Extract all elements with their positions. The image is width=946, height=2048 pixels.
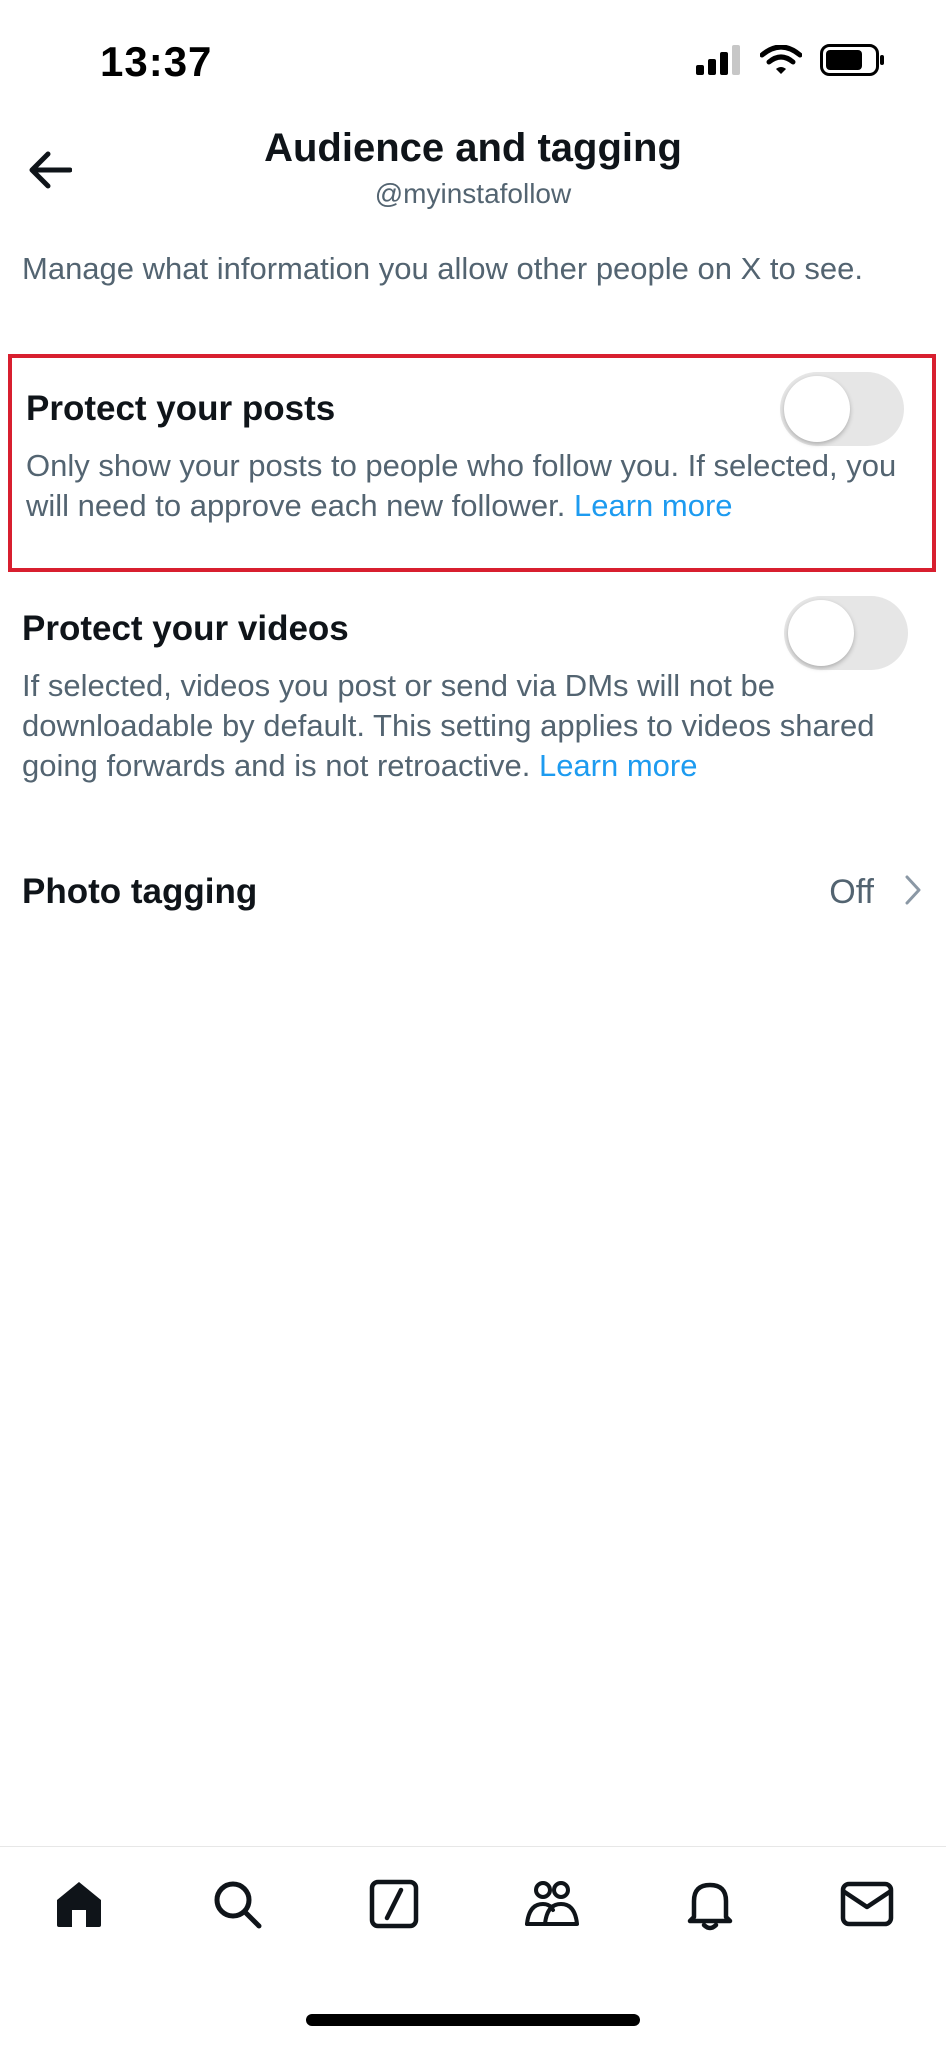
nav-notifications[interactable]	[631, 1847, 789, 1967]
battery-icon	[820, 44, 886, 81]
screen: 13:37 Audience and tagging @myinstafollo…	[0, 0, 946, 2048]
home-indicator[interactable]	[306, 2014, 640, 2026]
grok-icon	[368, 1878, 420, 1935]
home-icon	[53, 1878, 105, 1935]
nav-grok[interactable]	[315, 1847, 473, 1967]
header: Audience and tagging @myinstafollow	[0, 110, 946, 220]
notifications-icon	[684, 1877, 736, 1936]
protect-videos-setting: Protect your videos If selected, videos …	[8, 596, 936, 806]
photo-tagging-row[interactable]: Photo tagging Off	[22, 862, 922, 922]
protect-videos-description-text: If selected, videos you post or send via…	[22, 668, 875, 783]
protect-posts-description-text: Only show your posts to people who follo…	[26, 448, 897, 523]
protect-videos-learn-more-link[interactable]: Learn more	[539, 748, 698, 783]
protect-posts-learn-more-link[interactable]: Learn more	[574, 488, 733, 523]
status-bar: 13:37	[0, 0, 946, 110]
photo-tagging-value: Off	[829, 872, 874, 911]
nav-communities[interactable]	[473, 1847, 631, 1967]
toggle-knob	[788, 600, 854, 666]
protect-posts-description: Only show your posts to people who follo…	[26, 446, 916, 526]
photo-tagging-value-group: Off	[829, 873, 922, 912]
toggle-knob	[784, 376, 850, 442]
account-handle: @myinstafollow	[374, 178, 572, 209]
page-title: Audience and tagging	[264, 126, 682, 170]
status-icons	[696, 44, 886, 81]
chevron-right-icon	[904, 874, 922, 911]
protect-posts-toggle[interactable]	[780, 372, 904, 446]
intro-text: Manage what information you allow other …	[22, 251, 863, 286]
search-icon	[211, 1878, 263, 1935]
nav-search[interactable]	[158, 1847, 316, 1967]
nav-messages[interactable]	[788, 1847, 946, 1967]
protect-videos-description: If selected, videos you post or send via…	[22, 666, 912, 786]
wifi-icon	[759, 44, 803, 80]
protect-videos-toggle[interactable]	[784, 596, 908, 670]
photo-tagging-title: Photo tagging	[22, 872, 258, 911]
protect-posts-setting: Protect your posts Only show your posts …	[8, 354, 936, 572]
status-time: 13:37	[100, 38, 213, 85]
nav-home[interactable]	[0, 1847, 158, 1967]
messages-icon	[840, 1881, 894, 1932]
cellular-signal-icon	[696, 45, 742, 80]
bottom-nav	[0, 1846, 946, 1966]
communities-icon	[523, 1878, 581, 1935]
